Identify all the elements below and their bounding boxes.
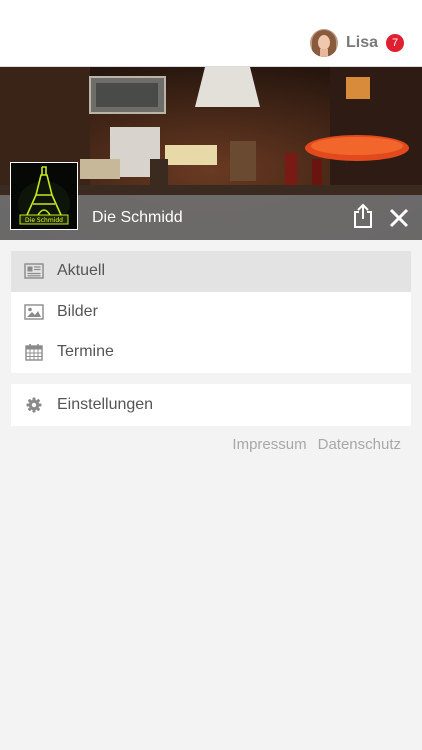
impressum-link[interactable]: Impressum xyxy=(232,436,306,453)
venue-banner: Die Schmidd Die Schmidd xyxy=(0,67,422,240)
avatar[interactable] xyxy=(309,29,338,57)
image-icon xyxy=(24,302,44,322)
menu-item-aktuell[interactable]: Aktuell xyxy=(11,251,411,292)
share-button[interactable] xyxy=(350,203,376,229)
gear-icon xyxy=(24,395,44,415)
menu-item-label: Einstellungen xyxy=(57,396,154,413)
menu-item-label: Termine xyxy=(57,343,114,361)
footer-links: Impressum Datenschutz xyxy=(221,436,401,453)
share-icon[interactable] xyxy=(350,203,376,229)
datenschutz-link[interactable]: Datenschutz xyxy=(318,436,401,453)
logo-text: Die Schmidd xyxy=(25,217,63,224)
menu-item-bilder[interactable]: Bilder xyxy=(11,292,411,333)
user-name[interactable]: Lisa xyxy=(346,34,378,52)
close-icon[interactable] xyxy=(388,207,410,229)
menu-item-einstellungen[interactable]: Einstellungen xyxy=(11,384,411,426)
newspaper-icon xyxy=(24,261,44,281)
primary-menu: Aktuell Bilder Termine xyxy=(11,251,411,373)
menu-item-termine[interactable]: Termine xyxy=(11,332,411,373)
user-profile[interactable]: Lisa 7 xyxy=(309,29,404,57)
secondary-menu: Einstellungen xyxy=(11,384,411,426)
menu-item-label: Aktuell xyxy=(57,262,106,280)
close-button[interactable] xyxy=(388,207,410,229)
eiffel-tower-logo-icon: Die Schmidd xyxy=(11,163,77,229)
venue-logo: Die Schmidd xyxy=(10,162,78,230)
menu-item-label: Bilder xyxy=(57,302,98,320)
top-bar: Lisa 7 xyxy=(0,0,422,67)
notification-badge[interactable]: 7 xyxy=(386,34,404,52)
venue-name: Die Schmidd xyxy=(92,209,183,226)
calendar-icon xyxy=(24,342,44,362)
